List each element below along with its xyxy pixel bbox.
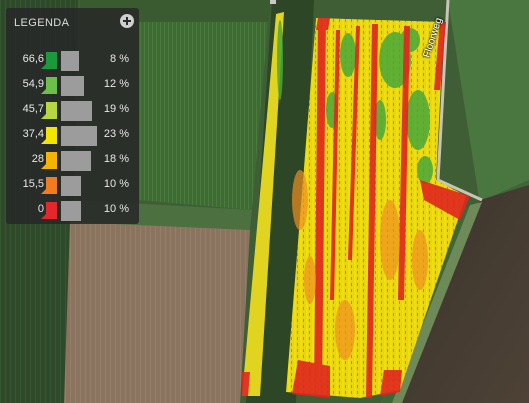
legend-share-bar: [61, 201, 81, 221]
legend-title: LEGENDA: [14, 17, 70, 29]
legend-color-swatch: [41, 77, 57, 94]
legend-percent: 19 %: [103, 103, 129, 115]
legend-share-bar: [61, 176, 81, 196]
field-soil: [64, 222, 250, 403]
legend-row: 28 18 %: [6, 148, 139, 173]
legend-percent: 10 %: [103, 178, 129, 190]
legend-color-swatch: [41, 52, 57, 69]
legend-percent: 23 %: [103, 128, 129, 140]
legend-color-swatch: [41, 102, 57, 119]
legend-panel: LEGENDA 66,6 8 % 54,9 12 % 45,7 19 % 37,4 23 % 2…: [6, 8, 139, 224]
legend-color-swatch: [41, 177, 57, 194]
legend-share-bar: [61, 51, 79, 71]
legend-share-bar: [61, 151, 91, 171]
legend-row: 54,9 12 %: [6, 73, 139, 98]
legend-color-swatch: [41, 127, 57, 144]
legend-share-bar: [61, 76, 84, 96]
legend-row: 15,5 10 %: [6, 173, 139, 198]
map-marker: [270, 0, 276, 4]
legend-percent: 8 %: [110, 53, 129, 65]
legend-percent: 12 %: [103, 78, 129, 90]
legend-percent: 10 %: [103, 203, 129, 215]
field-middle: [138, 22, 268, 210]
legend-row: 0 10 %: [6, 198, 139, 223]
legend-row: 45,7 19 %: [6, 98, 139, 123]
legend-share-bar: [61, 101, 92, 121]
legend-share-bar: [61, 126, 97, 146]
legend-row: 66,6 8 %: [6, 48, 139, 73]
plus-circle-icon[interactable]: [120, 14, 134, 28]
legend-row: 37,4 23 %: [6, 123, 139, 148]
legend-color-swatch: [41, 152, 57, 169]
legend-percent: 18 %: [103, 153, 129, 165]
legend-color-swatch: [41, 202, 57, 219]
